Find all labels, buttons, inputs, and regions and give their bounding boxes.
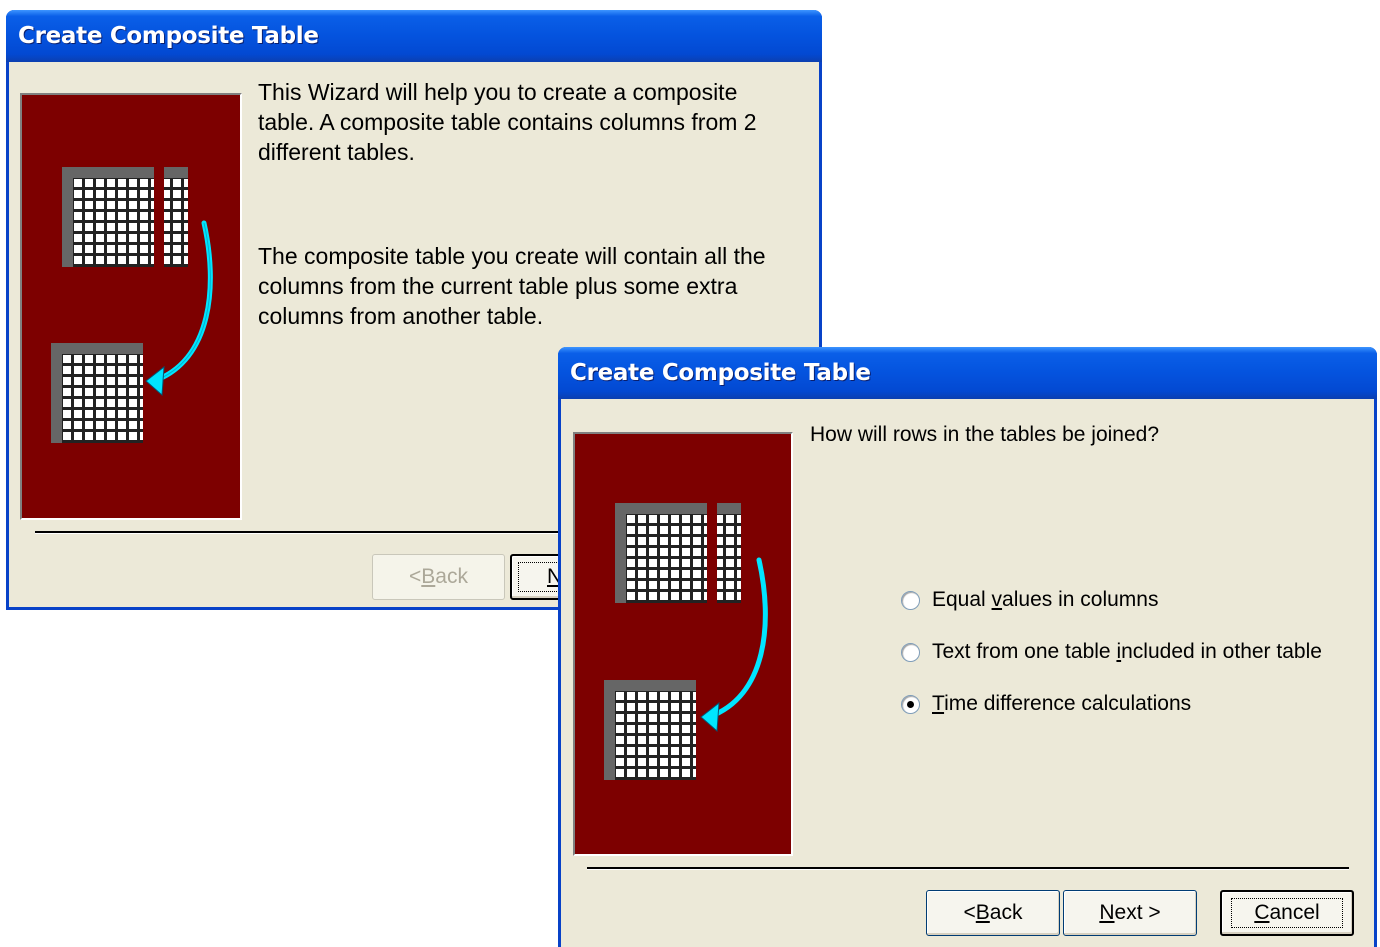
back-button-prefix: <: [409, 565, 422, 588]
table-join-illustration-icon: [604, 503, 768, 780]
description-paragraph: The composite table you create will cont…: [258, 243, 766, 329]
table-join-illustration-icon: [51, 167, 213, 443]
option-label-suffix: alues in columns: [1002, 588, 1159, 611]
option-equal-values[interactable]: Equal values in columns: [901, 585, 1158, 615]
cancel-button[interactable]: Cancel: [1220, 890, 1354, 936]
title-bar[interactable]: Create Composite Table: [558, 347, 1377, 399]
title-bar[interactable]: Create Composite Table: [6, 10, 822, 62]
radio-button-selected[interactable]: [901, 694, 920, 714]
next-button-suffix: ext >: [1114, 901, 1161, 924]
wizard-illustration: [20, 93, 242, 520]
back-button-mnemonic: B: [975, 901, 990, 924]
option-label-prefix: Text from one table: [932, 640, 1117, 663]
wizard-illustration: [573, 432, 793, 856]
option-label[interactable]: Time difference calculations: [932, 692, 1191, 716]
cancel-button-focus: Cancel: [1231, 898, 1343, 928]
join-question: How will rows in the tables be joined?: [810, 423, 1160, 446]
option-label-prefix: Equal: [932, 588, 992, 611]
option-time-difference[interactable]: Time difference calculations: [901, 689, 1191, 719]
back-button[interactable]: < Back: [926, 890, 1060, 936]
option-label[interactable]: Text from one table included in other ta…: [932, 640, 1322, 664]
back-button-suffix: ack: [989, 901, 1023, 924]
intro-paragraph: This Wizard will help you to create a co…: [258, 79, 757, 165]
option-label-mnemonic: v: [991, 588, 1003, 611]
cancel-button-suffix: ancel: [1269, 901, 1320, 924]
dialog-title: Create Composite Table: [570, 360, 871, 386]
option-label-suffix: ime difference calculations: [944, 692, 1192, 715]
back-button-prefix: <: [963, 901, 976, 924]
next-button[interactable]: Next >: [1063, 890, 1197, 936]
option-label-mnemonic: T: [932, 692, 945, 715]
radio-button[interactable]: [901, 642, 920, 662]
option-label-suffix: ncluded in other table: [1121, 640, 1322, 663]
button-separator: [587, 867, 1349, 870]
back-button[interactable]: < Back: [372, 554, 505, 600]
radio-button[interactable]: [901, 590, 920, 610]
wizard-dialog-step2: Create Composite Table How will rows in …: [558, 347, 1377, 947]
cancel-button-mnemonic: C: [1254, 901, 1270, 924]
option-label[interactable]: Equal values in columns: [932, 588, 1158, 612]
dialog-title: Create Composite Table: [18, 23, 319, 49]
back-button-suffix: ack: [435, 565, 468, 588]
next-button-mnemonic: N: [1099, 901, 1115, 924]
option-text-included[interactable]: Text from one table included in other ta…: [901, 637, 1322, 667]
back-button-mnemonic: B: [421, 565, 436, 588]
